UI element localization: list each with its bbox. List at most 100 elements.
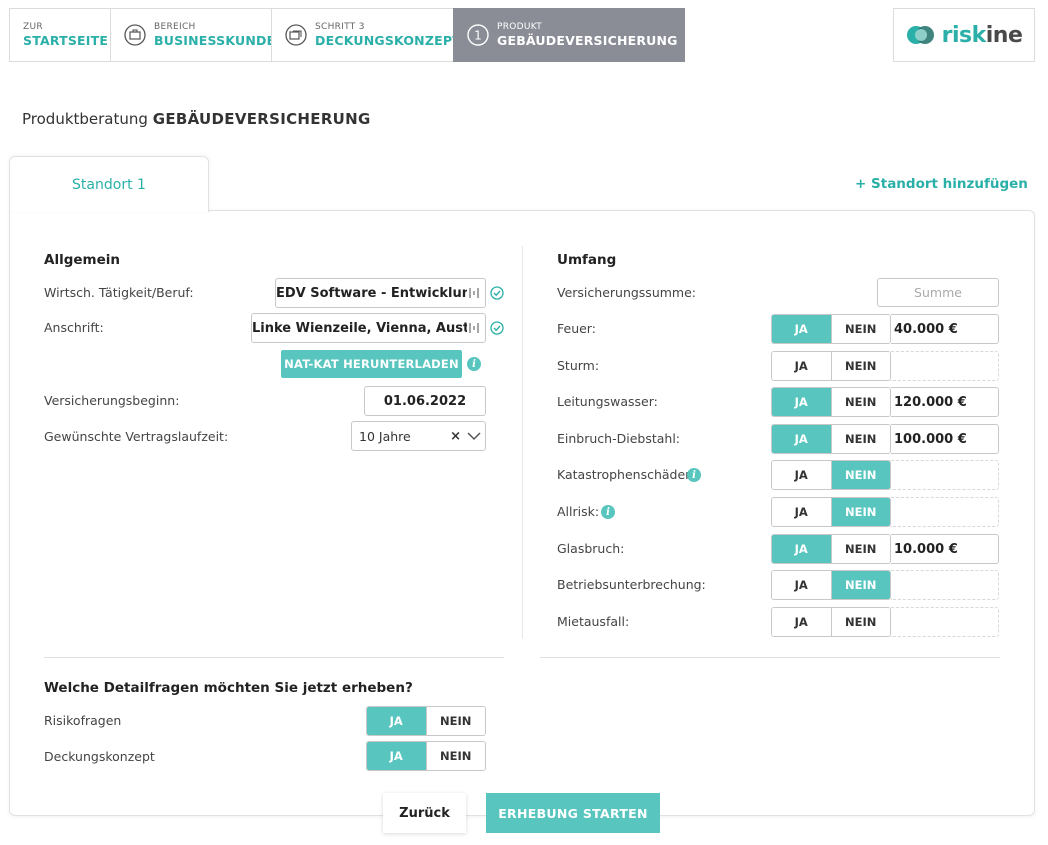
page-title-product: GEBÄUDEVERSICHERUNG (152, 110, 371, 128)
umfang-toggle: JA NEIN (771, 351, 891, 381)
toggle-ja[interactable]: JA (772, 315, 831, 343)
detail-heading: Welche Detailfragen möchten Sie jetzt er… (44, 680, 413, 696)
toggle-nein[interactable]: NEIN (830, 608, 890, 636)
nav-startseite[interactable]: ZUR STARTSEITE (9, 8, 111, 62)
chevron-down-icon[interactable] (467, 431, 481, 441)
step-number: 1 (474, 29, 482, 43)
nav-bereich-small: BEREICH (154, 22, 196, 32)
toggle-nein[interactable]: NEIN (830, 352, 890, 380)
toggle-ja[interactable]: JA (772, 425, 831, 453)
deckungskonzept-nein[interactable]: NEIN (425, 742, 485, 770)
nav-produkt-small: PRODUKT (497, 22, 543, 32)
risikofragen-nein[interactable]: NEIN (425, 707, 485, 735)
umfang-heading: Umfang (557, 252, 617, 268)
drag-handle-icon (469, 323, 479, 333)
toggle-nein[interactable]: NEIN (830, 571, 890, 599)
divider-left (44, 657, 504, 658)
summe-input[interactable]: Summe (877, 278, 999, 307)
umfang-amount-field[interactable] (891, 460, 999, 490)
toggle-nein[interactable]: NEIN (830, 315, 890, 343)
check-circle-icon (490, 286, 504, 300)
deckungskonzept-ja[interactable]: JA (367, 742, 426, 770)
back-button[interactable]: Zurück (383, 793, 466, 833)
nav-produkt-label: GEBÄUDEVERSICHERUNG (497, 33, 678, 48)
toggle-ja[interactable]: JA (772, 571, 831, 599)
risikofragen-label: Risikofragen (44, 713, 122, 728)
briefcase-icon (124, 24, 146, 46)
logo-text: riskine (942, 23, 1023, 48)
deckungskonzept-toggle: JA NEIN (366, 741, 486, 771)
umfang-toggle: JA NEIN (771, 314, 891, 344)
beruf-field[interactable]: EDV Software - Entwicklung (275, 278, 486, 308)
nav-schritt-label: DECKUNGSKONZEPT (315, 33, 461, 48)
toggle-ja[interactable]: JA (772, 498, 831, 526)
umfang-toggle: JA NEIN (771, 424, 891, 454)
umfang-row-label: Glasbruch: (557, 541, 625, 556)
umfang-toggle: JA NEIN (771, 570, 891, 600)
umfang-amount-field[interactable] (891, 351, 999, 381)
nav-produkt[interactable]: 1 PRODUKT GEBÄUDEVERSICHERUNG (453, 8, 685, 62)
column-divider (522, 246, 523, 639)
toggle-nein[interactable]: NEIN (830, 388, 890, 416)
start-survey-button[interactable]: ERHEBUNG STARTEN (486, 793, 660, 833)
beginn-value: 01.06.2022 (383, 393, 467, 409)
check-circle-icon (490, 321, 504, 335)
nav-bereich-label: BUSINESSKUNDE (154, 33, 276, 48)
umfang-row-label: Feuer: (557, 321, 596, 336)
info-icon[interactable]: i (601, 505, 615, 519)
umfang-row-label: Katastrophenschäden: (557, 467, 698, 482)
document-stack-icon (285, 24, 307, 46)
laufzeit-value: 10 Jahre (359, 428, 411, 444)
page-title: Produktberatung GEBÄUDEVERSICHERUNG (22, 110, 371, 128)
nav-businesskunde[interactable]: BEREICH BUSINESSKUNDE (110, 8, 276, 62)
info-icon[interactable]: i (687, 468, 701, 482)
umfang-row-label: Sturm: (557, 358, 600, 373)
info-icon[interactable]: i (467, 357, 481, 371)
nav-deckungskonzept[interactable]: SCHRITT 3 DECKUNGSKONZEPT (271, 8, 461, 62)
umfang-toggle: JA NEIN (771, 460, 891, 490)
drag-handle-icon (469, 288, 479, 298)
natkat-download-button[interactable]: NAT-KAT HERUNTERLADEN (281, 350, 462, 378)
umfang-amount-field[interactable]: 10.000 € (891, 534, 999, 564)
umfang-amount-field[interactable]: 40.000 € (891, 314, 999, 344)
umfang-amount-field[interactable] (891, 607, 999, 637)
risikofragen-ja[interactable]: JA (367, 707, 426, 735)
laufzeit-select[interactable]: 10 Jahre × (351, 421, 486, 451)
beginn-field[interactable]: 01.06.2022 (364, 386, 486, 416)
nav-schritt-small: SCHRITT 3 (315, 22, 365, 32)
step-number-icon: 1 (467, 24, 489, 46)
toggle-nein[interactable]: NEIN (830, 535, 890, 563)
anschrift-field[interactable]: Linke Wienzeile, Vienna, Austria (251, 313, 486, 343)
add-standort-link[interactable]: + Standort hinzufügen (855, 176, 1028, 192)
umfang-row-label: Leitungswasser: (557, 394, 658, 409)
nav-startseite-small: ZUR (23, 22, 43, 32)
top-navigation: ZUR STARTSEITE BEREICH BUSINESSKUNDE SCH… (9, 8, 685, 62)
toggle-ja[interactable]: JA (772, 608, 831, 636)
nav-startseite-label: STARTSEITE (23, 33, 109, 48)
umfang-toggle: JA NEIN (771, 497, 891, 527)
toggle-nein[interactable]: NEIN (830, 425, 890, 453)
umfang-amount-field[interactable] (891, 497, 999, 527)
page-title-prefix: Produktberatung (22, 110, 148, 128)
summe-label: Versicherungssumme: (557, 285, 697, 300)
allgemein-heading: Allgemein (44, 252, 120, 268)
clear-icon[interactable]: × (450, 429, 461, 444)
toggle-ja[interactable]: JA (772, 388, 831, 416)
umfang-amount-field[interactable]: 120.000 € (891, 387, 999, 417)
toggle-ja[interactable]: JA (772, 461, 831, 489)
umfang-toggle: JA NEIN (771, 387, 891, 417)
risikofragen-toggle: JA NEIN (366, 706, 486, 736)
tab-standort-1[interactable]: Standort 1 (9, 156, 209, 212)
toggle-ja[interactable]: JA (772, 352, 831, 380)
anschrift-label: Anschrift: (44, 320, 104, 335)
umfang-amount-field[interactable] (891, 570, 999, 600)
divider-right (540, 657, 1000, 658)
toggle-nein[interactable]: NEIN (830, 498, 890, 526)
toggle-ja[interactable]: JA (772, 535, 831, 563)
logo-text-a: risk (941, 22, 987, 48)
toggle-nein[interactable]: NEIN (830, 461, 890, 489)
umfang-amount-field[interactable]: 100.000 € (891, 424, 999, 454)
logo-text-b: ine (985, 22, 1023, 48)
laufzeit-label: Gewünschte Vertragslaufzeit: (44, 429, 229, 444)
riskine-logo: riskine (893, 8, 1035, 62)
